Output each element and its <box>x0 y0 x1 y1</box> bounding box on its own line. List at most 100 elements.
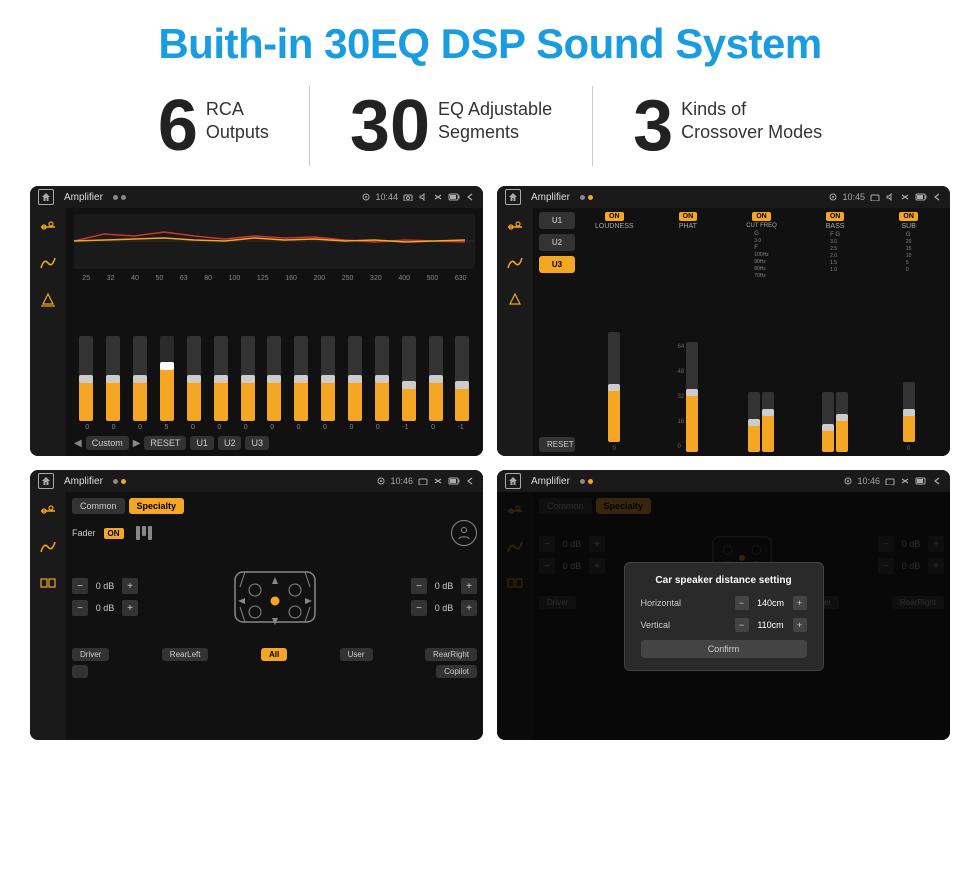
loudness-label: LOUDNESS <box>595 223 634 230</box>
amp-dot-2 <box>588 195 593 200</box>
eq-prev-btn[interactable]: ◀ <box>74 438 82 449</box>
fader-icon-2[interactable] <box>37 536 59 558</box>
eq-slider-12[interactable] <box>375 336 389 421</box>
stat-label-rca: RCAOutputs <box>206 90 269 145</box>
fader-fr-minus[interactable]: − <box>411 578 427 594</box>
eq-status-bar: Amplifier 10:44 <box>30 186 483 208</box>
eq-slider-5[interactable] <box>187 336 201 421</box>
fader-tab-common[interactable]: Common <box>72 498 125 514</box>
eq-next-btn[interactable]: ▶ <box>133 438 141 449</box>
eq-slider-15[interactable] <box>455 336 469 421</box>
amp-back-icon <box>932 193 942 201</box>
phat-on-btn[interactable]: ON <box>679 212 698 221</box>
eq-slider-9[interactable] <box>294 336 308 421</box>
dialog-status-title: Amplifier <box>531 476 570 487</box>
dot-1 <box>113 195 118 200</box>
amp-dot-1 <box>580 195 585 200</box>
fader-user-btn[interactable]: User <box>340 648 373 661</box>
eq-slider-11[interactable] <box>348 336 362 421</box>
eq-slider-2[interactable] <box>106 336 120 421</box>
amp-side-icons <box>497 208 533 456</box>
amp-channel-bass: ON BASS F G 3.0 2.5 2.0 1.5 1.0 <box>800 212 871 452</box>
amp-reset-btn[interactable]: RESET <box>539 437 575 452</box>
fader-battery-icon <box>448 477 460 485</box>
fader-fr-plus[interactable]: + <box>461 578 477 594</box>
loudness-on-btn[interactable]: ON <box>605 212 624 221</box>
eq-u1-btn[interactable]: U1 <box>190 436 214 450</box>
eq-icon-1[interactable] <box>37 216 59 238</box>
amp-u2-btn[interactable]: U2 <box>539 234 575 251</box>
dialog-horizontal-control: − 140cm + <box>735 596 807 610</box>
eq-icon-3[interactable] <box>37 288 59 310</box>
freq-50: 50 <box>155 275 163 282</box>
eq-graph-svg <box>74 214 475 269</box>
fader-tab-specialty[interactable]: Specialty <box>129 498 185 514</box>
eq-custom-btn[interactable]: Custom <box>86 436 129 450</box>
dialog-status-dots <box>580 479 593 484</box>
cutfreq-fader2[interactable] <box>762 392 774 452</box>
eq-icon-2[interactable] <box>37 252 59 274</box>
eq-slider-4[interactable] <box>160 336 174 421</box>
fader-rl-value: 0 dB <box>91 603 119 613</box>
dialog-horizontal-plus[interactable]: + <box>793 596 807 610</box>
home-icon <box>38 189 54 205</box>
fader-fl-minus[interactable]: − <box>72 578 88 594</box>
main-title: Buith-in 30EQ DSP Sound System <box>158 20 821 68</box>
dialog-confirm-button[interactable]: Confirm <box>641 640 807 658</box>
amp-icon-3[interactable] <box>504 288 526 310</box>
fader-fr-db: − 0 dB + <box>411 578 477 594</box>
amp-u1-btn[interactable]: U1 <box>539 212 575 229</box>
dialog-vertical-minus[interactable]: − <box>735 618 749 632</box>
dialog-vertical-plus[interactable]: + <box>793 618 807 632</box>
eq-slider-10[interactable] <box>321 336 335 421</box>
eq-u3-btn[interactable]: U3 <box>245 436 269 450</box>
sub-on-btn[interactable]: ON <box>899 212 918 221</box>
fader-on-badge[interactable]: ON <box>104 528 124 539</box>
bass-fader1[interactable] <box>822 392 834 452</box>
fader-rearright-btn[interactable]: RearRight <box>425 648 477 661</box>
eq-slider-14[interactable] <box>429 336 443 421</box>
dialog-screen-card: Amplifier 10:46 <box>497 470 950 740</box>
stat-number-crossover: 3 <box>633 90 673 162</box>
eq-slider-6[interactable] <box>214 336 228 421</box>
eq-slider-13[interactable] <box>402 336 416 421</box>
fader-rr-minus[interactable]: − <box>411 600 427 616</box>
stat-rca: 6 RCAOutputs <box>118 90 309 162</box>
dialog-horizontal-minus[interactable]: − <box>735 596 749 610</box>
eq-status-right: 10:44 <box>362 192 475 202</box>
fader-rr-plus[interactable]: + <box>461 600 477 616</box>
fader-all-btn[interactable]: All <box>261 648 287 661</box>
bass-fader2[interactable] <box>836 392 848 452</box>
amp-u3-btn[interactable]: U3 <box>539 256 575 273</box>
eq-reset-btn[interactable]: RESET <box>144 436 186 450</box>
eq-controls-row: ◀ Custom ▶ RESET U1 U2 U3 <box>74 436 475 450</box>
fader-dot-2 <box>121 479 126 484</box>
fader-rl-minus[interactable]: − <box>72 600 88 616</box>
fader-fl-plus[interactable]: + <box>122 578 138 594</box>
cutfreq-on-btn[interactable]: ON <box>752 212 771 221</box>
fader-rl-plus[interactable]: + <box>122 600 138 616</box>
eq-slider-1[interactable] <box>79 336 93 421</box>
fader-copilot-btn[interactable]: Copilot <box>436 665 477 678</box>
fader-status-right: 10:46 <box>377 476 475 486</box>
eq-slider-8[interactable] <box>267 336 281 421</box>
amp-status-dots <box>580 195 593 200</box>
stat-label-eq: EQ AdjustableSegments <box>438 90 552 145</box>
dialog-status-right: 10:46 <box>844 476 942 486</box>
bass-on-btn[interactable]: ON <box>826 212 845 221</box>
fader-driver-btn[interactable]: Driver <box>72 648 109 661</box>
cutfreq-fader1[interactable] <box>748 392 760 452</box>
eq-u2-btn[interactable]: U2 <box>218 436 242 450</box>
fader-icon-3[interactable] <box>37 572 59 594</box>
bass-label: BASS <box>826 223 845 230</box>
eq-slider-3[interactable] <box>133 336 147 421</box>
sub-fader[interactable] <box>903 382 915 442</box>
freq-630: 630 <box>455 275 467 282</box>
eq-slider-7[interactable] <box>241 336 255 421</box>
amp-icon-2[interactable] <box>504 252 526 274</box>
amp-icon-1[interactable] <box>504 216 526 238</box>
phat-fader[interactable] <box>686 342 698 452</box>
fader-rearleft-btn[interactable]: RearLeft <box>162 648 209 661</box>
loudness-fader[interactable] <box>608 332 620 442</box>
fader-icon-1[interactable] <box>37 500 59 522</box>
